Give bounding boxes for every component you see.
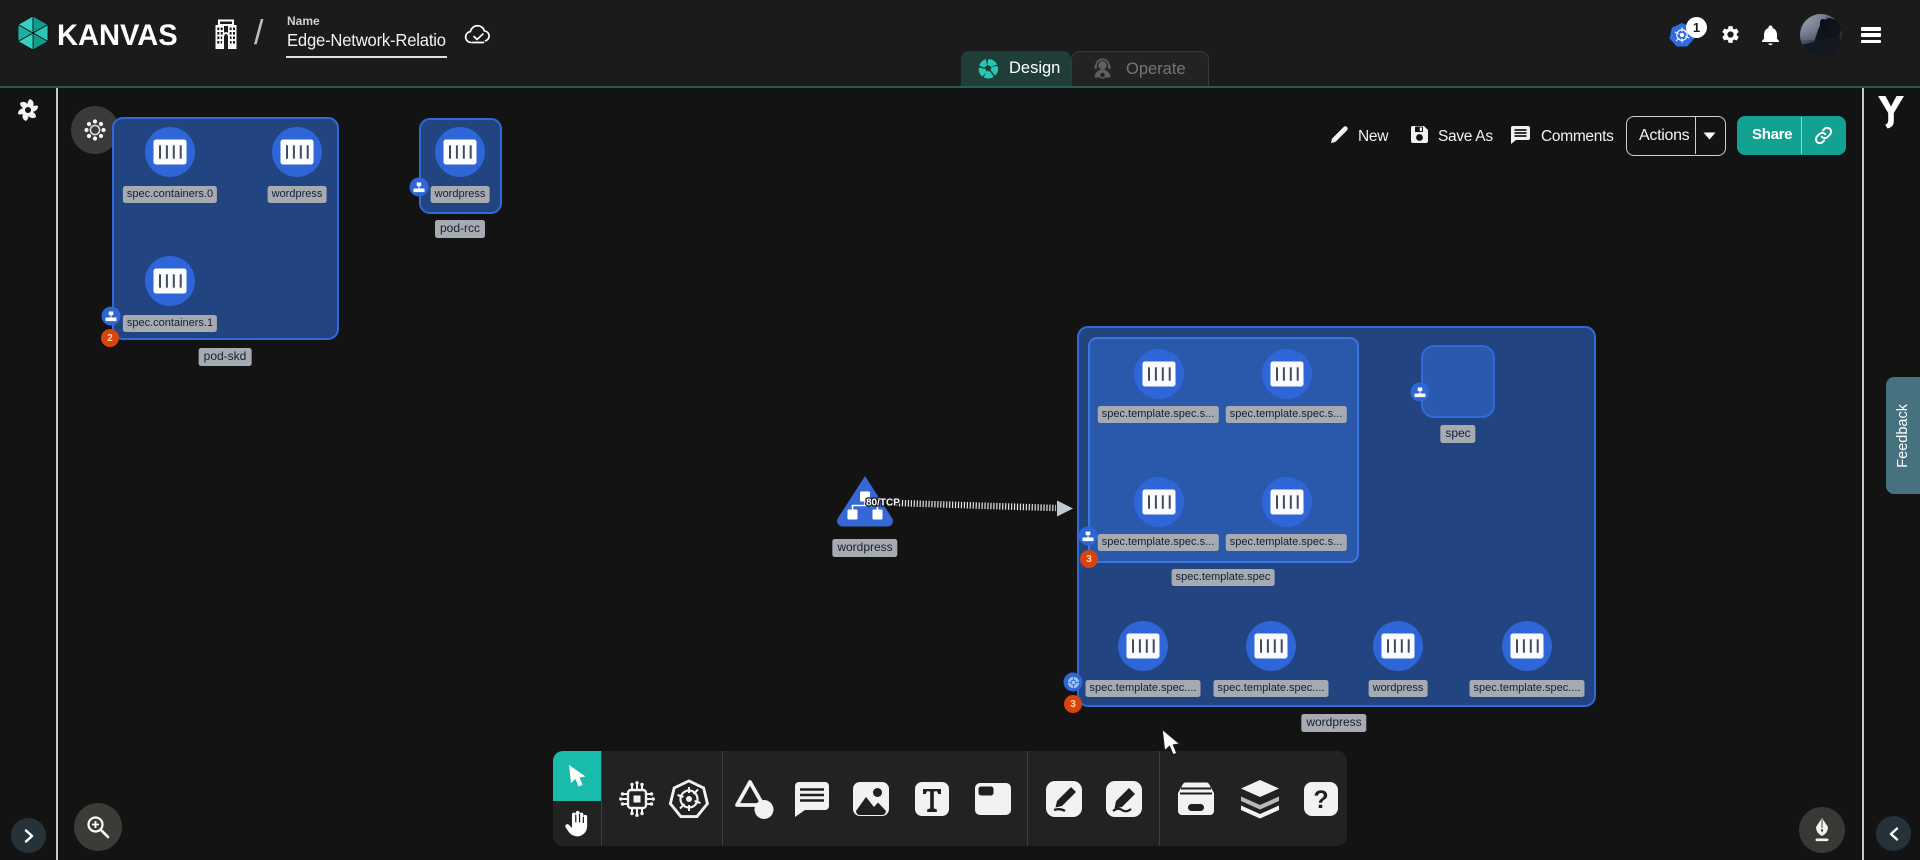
svg-text:80/TCP: 80/TCP	[866, 498, 900, 509]
svg-text:?: ?	[1313, 786, 1328, 814]
